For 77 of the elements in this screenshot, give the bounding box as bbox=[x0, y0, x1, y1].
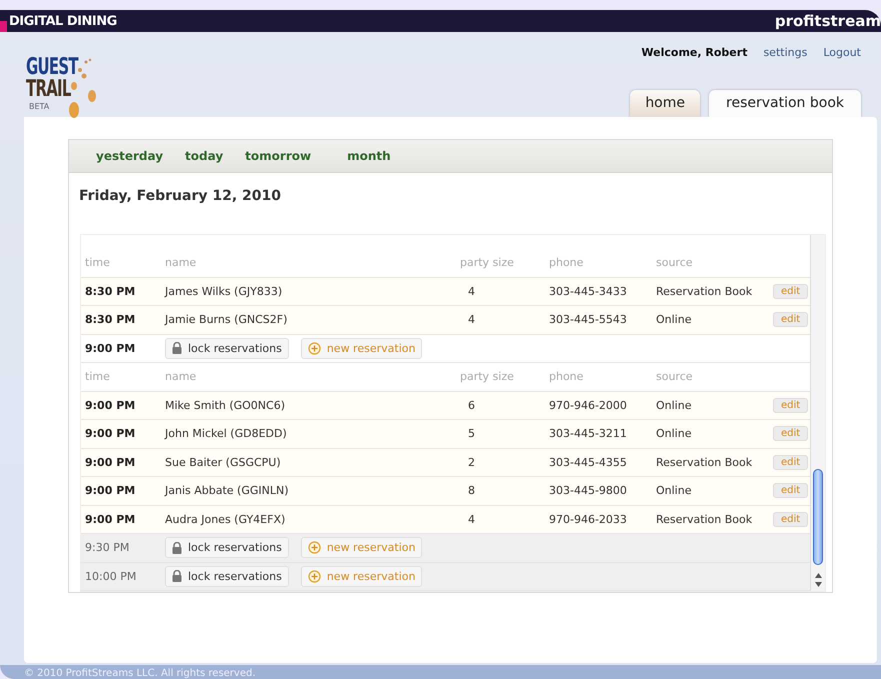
logo-text: GUEST bbox=[26, 56, 78, 78]
plus-icon bbox=[308, 541, 321, 554]
day-link[interactable]: month bbox=[347, 148, 391, 163]
day-link[interactable]: tomorrow bbox=[245, 148, 312, 163]
phone-cell-text: 970-946-2000 bbox=[549, 398, 628, 412]
nav-tab[interactable]: reservation book bbox=[709, 90, 861, 117]
corner-mark bbox=[0, 21, 7, 32]
party-size-cell-text: 5 bbox=[467, 427, 476, 440]
column-header: name bbox=[165, 256, 198, 270]
party-size-cell-text: 4 bbox=[467, 512, 476, 526]
time-cell-text: 9:30 PM bbox=[84, 541, 130, 554]
source-cell-text: Reservation Book bbox=[656, 284, 754, 298]
party-size-cell-text: 2 bbox=[467, 456, 476, 469]
party-size-cell-text: 4 bbox=[467, 284, 476, 298]
column-header: time bbox=[84, 370, 111, 384]
time-cell-text: 9:00 PM bbox=[84, 512, 136, 526]
nav-tab[interactable]: home bbox=[630, 90, 700, 117]
plus-icon bbox=[308, 570, 321, 583]
beta-label: BETA bbox=[29, 102, 50, 111]
guest-name-cell-text: James Wilks (GJY833) bbox=[165, 284, 284, 298]
scroll-thumb[interactable] bbox=[813, 469, 823, 565]
time-cell-text: 10:00 PM bbox=[84, 570, 138, 583]
guest-name-cell-text: Sue Baiter (GSGCPU) bbox=[165, 456, 282, 469]
plus-icon bbox=[308, 342, 321, 355]
scroll-arrows-icon[interactable] bbox=[814, 573, 822, 587]
party-size-cell-text: 8 bbox=[467, 484, 476, 498]
source-cell-text: Online bbox=[656, 313, 692, 326]
column-header: name bbox=[165, 370, 198, 384]
header-link[interactable]: settings bbox=[763, 46, 808, 59]
phone-cell-text: 303-445-5543 bbox=[549, 313, 628, 326]
guest-name-cell-text: Janis Abbate (GGINLN) bbox=[165, 484, 290, 498]
phone-cell-text: 303-445-4355 bbox=[549, 456, 628, 469]
lock-icon bbox=[172, 542, 182, 554]
column-header: phone bbox=[549, 370, 584, 384]
party-size-cell-text: 4 bbox=[467, 313, 476, 326]
logo-text: TRAIL bbox=[26, 78, 72, 100]
column-header: source bbox=[656, 370, 694, 384]
time-cell-text: 9:00 PM bbox=[84, 484, 136, 498]
welcome-text: Welcome, Robert bbox=[641, 46, 748, 59]
brand-name: DIGITAL DINING bbox=[9, 14, 118, 28]
guest-name-cell-text: Audra Jones (GY4EFX) bbox=[165, 512, 286, 526]
guest-name-cell-text: John Mickel (GD8EDD) bbox=[165, 427, 288, 440]
phone-cell-text: 303-445-3433 bbox=[549, 284, 628, 298]
lock-reservations-button[interactable]: lock reservations bbox=[165, 338, 289, 359]
column-header: phone bbox=[549, 256, 584, 270]
source-cell-text: Online bbox=[656, 427, 692, 440]
header-link[interactable]: Logout bbox=[823, 46, 861, 59]
time-cell-text: 9:00 PM bbox=[84, 342, 136, 355]
column-header: source bbox=[656, 256, 694, 270]
phone-cell-text: 970-946-2033 bbox=[549, 512, 628, 526]
scrollbar[interactable] bbox=[810, 235, 825, 591]
lock-icon bbox=[172, 570, 182, 582]
source-cell-text: Online bbox=[656, 484, 692, 498]
time-cell-text: 9:00 PM bbox=[84, 427, 136, 440]
guest-name-cell-text: Mike Smith (GO0NC6) bbox=[165, 398, 286, 412]
date-heading: Friday, February 12, 2010 bbox=[78, 186, 282, 206]
day-link[interactable]: today bbox=[185, 148, 224, 163]
day-link[interactable]: yesterday bbox=[96, 148, 164, 163]
party-size-cell-text: 6 bbox=[467, 398, 476, 412]
guest-name-cell-text: Jamie Burns (GNCS2F) bbox=[165, 313, 288, 326]
phone-cell-text: 303-445-9800 bbox=[549, 484, 628, 498]
lock-reservations-button[interactable]: lock reservations bbox=[165, 537, 289, 558]
phone-cell-text: 303-445-3211 bbox=[549, 427, 628, 440]
column-header: time bbox=[84, 256, 111, 270]
source-cell-text: Online bbox=[656, 398, 692, 412]
partner-logo: profitstream bbox=[774, 12, 881, 30]
time-cell-text: 8:30 PM bbox=[84, 284, 136, 298]
column-header: party size bbox=[460, 256, 515, 270]
copyright-text: © 2010 ProfitStreams LLC. All rights reserved. bbox=[0, 665, 881, 679]
source-cell-text: Reservation Book bbox=[656, 512, 754, 526]
time-cell-text: 9:00 PM bbox=[84, 398, 136, 412]
lock-icon bbox=[172, 342, 182, 354]
time-cell-text: 9:00 PM bbox=[84, 456, 136, 469]
column-header: party size bbox=[460, 370, 515, 384]
time-cell-text: 8:30 PM bbox=[84, 313, 136, 326]
lock-reservations-button[interactable]: lock reservations bbox=[165, 566, 289, 587]
source-cell-text: Reservation Book bbox=[656, 456, 754, 469]
